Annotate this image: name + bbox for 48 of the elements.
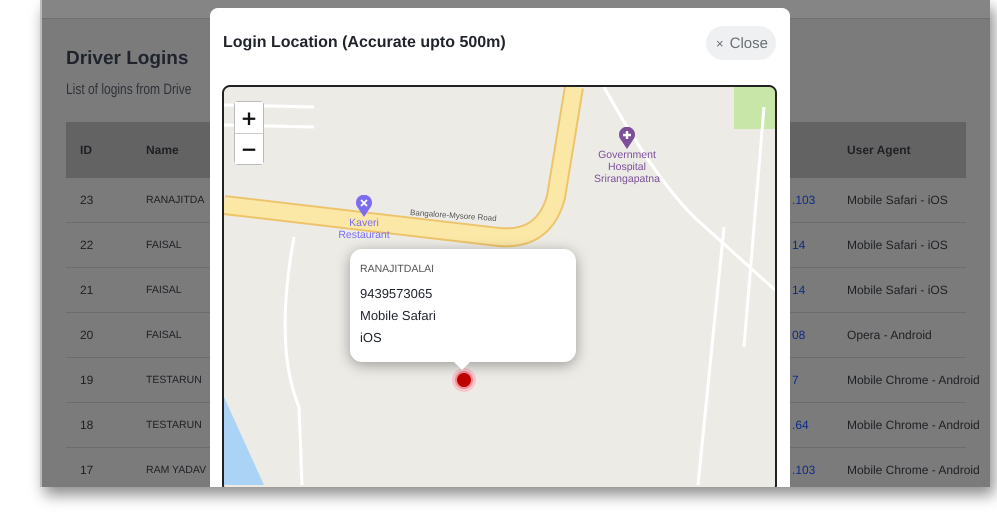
column-header: ID bbox=[79, 143, 93, 157]
table-cell-text: FAISAL bbox=[145, 239, 183, 251]
table-cell-text: Mobile Chrome - Android bbox=[846, 373, 980, 387]
table-cell-text: 22 bbox=[79, 238, 94, 252]
popup-title: RANAJITDALAI bbox=[360, 263, 436, 275]
ip-link[interactable]: .64 bbox=[792, 418, 833, 432]
table-cell-text: FAISAL bbox=[145, 329, 183, 341]
popup-line: 9439573065 bbox=[360, 285, 434, 303]
road-label: Bangalore-Mysore Road bbox=[410, 208, 497, 224]
page-title: Driver Logins bbox=[66, 47, 190, 71]
ip-link[interactable]: 14 bbox=[792, 283, 833, 297]
park-area bbox=[734, 87, 775, 129]
page-subtitle: List of logins from Drive bbox=[66, 80, 192, 100]
popup-line: iOS bbox=[360, 329, 383, 347]
table-cell-text: RANAJITDA bbox=[145, 194, 206, 206]
ip-link[interactable]: 08 bbox=[792, 328, 833, 342]
location-marker-icon bbox=[451, 367, 477, 393]
table-cell-text: TESTARUN bbox=[145, 419, 203, 431]
zoom-out-button[interactable]: − bbox=[235, 133, 263, 164]
table-cell-text: TESTARUN bbox=[145, 374, 203, 386]
popup-line: Mobile Safari bbox=[360, 307, 437, 325]
table-cell-text: Mobile Chrome - Android bbox=[846, 418, 980, 432]
close-button[interactable]: × Close bbox=[706, 26, 776, 60]
table-cell-text: 20 bbox=[79, 328, 94, 342]
column-header: User Agent bbox=[846, 143, 912, 157]
column-header: Name bbox=[145, 143, 180, 157]
table-cell-text: 17 bbox=[79, 463, 94, 477]
table-cell-text: RAM YADAV bbox=[145, 464, 208, 476]
place-label: Kaveri Restaurant bbox=[337, 217, 391, 241]
table-cell-text: 19 bbox=[79, 373, 94, 387]
table-cell-text: 21 bbox=[79, 283, 94, 297]
ip-link[interactable]: .103 bbox=[792, 463, 833, 477]
table-cell-text: 18 bbox=[79, 418, 94, 432]
table-cell-text: FAISAL bbox=[145, 284, 183, 296]
ip-link[interactable]: 14 bbox=[792, 238, 833, 252]
table-cell-text: 23 bbox=[79, 193, 94, 207]
ip-link[interactable]: 7 bbox=[792, 373, 833, 387]
table-cell-text: Opera - Android bbox=[846, 328, 933, 342]
hospital-pin-icon[interactable] bbox=[619, 127, 635, 149]
ip-link[interactable]: .103 bbox=[792, 193, 833, 207]
map[interactable]: + − Bangalore-Mysore Road Government Hospital Srirangapatna Kaveri Restaurant RANAJITDALAI 9439573065 Mobile Safari iOS bbox=[222, 85, 777, 487]
table-cell-text: Mobile Chrome - Android bbox=[846, 463, 980, 477]
table-cell-text: Mobile Safari - iOS bbox=[846, 193, 949, 207]
restaurant-pin-icon[interactable] bbox=[356, 195, 372, 217]
table-cell-text: Mobile Safari - iOS bbox=[846, 238, 949, 252]
modal-title: Login Location (Accurate upto 500m) bbox=[223, 34, 506, 52]
table-cell-text: Mobile Safari - iOS bbox=[846, 283, 949, 297]
place-label: Government Hospital Srirangapatna bbox=[593, 149, 661, 185]
